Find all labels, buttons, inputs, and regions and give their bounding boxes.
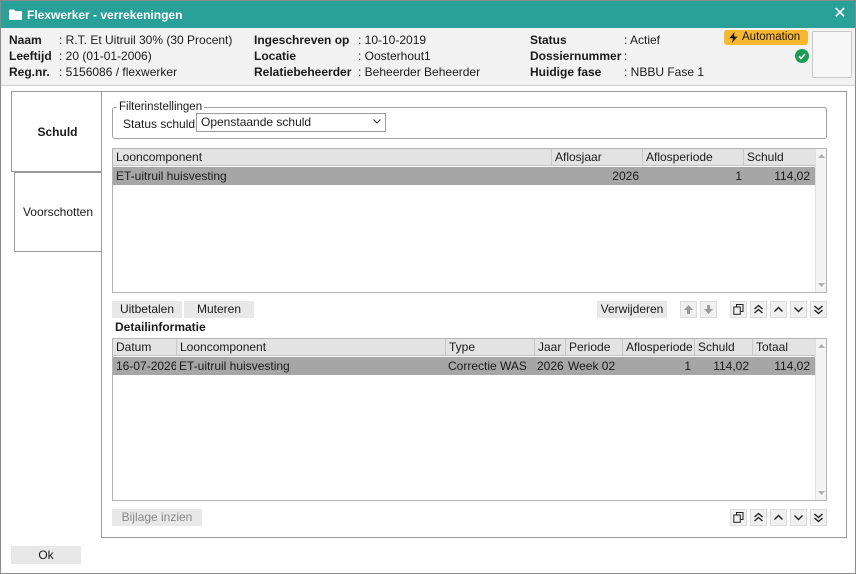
verwijderen-button[interactable]: Verwijderen — [597, 301, 667, 318]
col-periode[interactable]: Periode — [565, 339, 622, 356]
chevron-down-icon — [373, 119, 381, 124]
chevron-down-icon[interactable] — [790, 509, 807, 526]
scroll-down-icon[interactable] — [818, 490, 825, 496]
copy-icon[interactable] — [730, 509, 747, 526]
detail-grid-scrollbar[interactable] — [815, 339, 826, 500]
tab-schuld-label: Schuld — [37, 124, 78, 139]
title-bar: Flexwerker - verrekeningen ✕ — [1, 1, 855, 28]
double-chevron-up-icon[interactable] — [750, 301, 767, 318]
cell-jaar: 2026 — [537, 359, 564, 373]
status-label: Status — [530, 33, 567, 47]
col-aflosperiode[interactable]: Aflosperiode — [642, 149, 743, 166]
window-title: Flexwerker - verrekeningen — [27, 7, 183, 22]
fase-label: Huidige fase — [530, 65, 602, 79]
filter-legend: Filterinstellingen — [119, 101, 203, 113]
relatie-label: Relatiebeheerder — [254, 65, 352, 79]
schuld-grid-header: Looncomponent Aflosjaar Aflosperiode Sch… — [113, 149, 815, 166]
locatie-value: : Oosterhout1 — [358, 49, 431, 63]
relatie-value: : Beheerder Beheerder — [358, 65, 481, 79]
detail-grid[interactable]: Datum Looncomponent Type Jaar Periode Af… — [112, 338, 827, 501]
chevron-down-icon[interactable] — [790, 301, 807, 318]
col-looncomponent[interactable]: Looncomponent — [176, 339, 445, 356]
employee-header: Naam : R.T. Et Uitruil 30% (30 Procent) L… — [1, 28, 855, 86]
ok-button[interactable]: Ok — [11, 546, 81, 564]
tab-schuld[interactable]: Schuld — [11, 91, 103, 172]
tab-voorschotten[interactable]: Voorschotten — [14, 172, 102, 252]
cell-looncomponent: ET-uitruil huisvesting — [116, 169, 227, 183]
automation-label: Automation — [742, 31, 801, 43]
lightning-icon — [729, 32, 738, 43]
uitbetalen-button[interactable]: Uitbetalen — [112, 301, 182, 318]
naam-value: : R.T. Et Uitruil 30% (30 Procent) — [59, 33, 233, 47]
status-schuld-select[interactable]: Openstaande schuld — [196, 113, 386, 132]
cell-looncomponent: ET-uitruil huisvesting — [179, 359, 290, 373]
status-schuld-value: Openstaande schuld — [201, 115, 312, 129]
header-col-1: Naam : R.T. Et Uitruil 30% (30 Procent) L… — [9, 32, 249, 80]
scroll-down-icon[interactable] — [818, 282, 825, 288]
cell-datum: 16-07-2026 — [116, 359, 176, 373]
schuld-grid-scrollbar[interactable] — [815, 149, 826, 292]
scroll-up-icon[interactable] — [818, 343, 825, 349]
bijlage-inzien-button[interactable]: Bijlage inzien — [112, 509, 202, 526]
detail-title: Detailinformatie — [115, 320, 206, 334]
regnr-value: : 5156086 / flexwerker — [59, 65, 178, 79]
chevron-up-icon[interactable] — [770, 301, 787, 318]
ingeschreven-label: Ingeschreven op — [254, 33, 350, 47]
scroll-up-icon[interactable] — [818, 153, 825, 159]
locatie-label: Locatie — [254, 49, 297, 63]
col-totaal[interactable]: Totaal — [752, 339, 815, 356]
cell-aflosperiode: 1 — [684, 359, 691, 373]
dialog-window: Flexwerker - verrekeningen ✕ Naam : R.T. … — [0, 0, 856, 574]
tab-voorschotten-label: Voorschotten — [22, 205, 94, 219]
col-aflosperiode[interactable]: Aflosperiode — [622, 339, 694, 356]
dossier-value: : — [624, 49, 628, 63]
col-jaar[interactable]: Jaar — [534, 339, 565, 356]
header-col-2: Ingeschreven op : 10-10-2019 Locatie : Oos… — [254, 32, 524, 80]
check-circle-icon — [795, 49, 809, 63]
naam-label: Naam — [9, 33, 42, 47]
col-schuld[interactable]: Schuld — [743, 149, 815, 166]
schuld-grid[interactable]: Looncomponent Aflosjaar Aflosperiode Sch… — [112, 148, 827, 293]
dossier-label: Dossiernummer — [530, 49, 622, 63]
leeftijd-value: : 20 (01-01-2006) — [59, 49, 152, 63]
cell-aflosperiode: 1 — [735, 169, 742, 183]
table-row[interactable]: 16-07-2026 ET-uitruil huisvesting Correc… — [113, 357, 815, 375]
col-schuld[interactable]: Schuld — [694, 339, 752, 356]
employee-photo[interactable] — [812, 31, 852, 78]
header-col-3: Status : Actief Dossiernummer: Huidige fa… — [530, 32, 720, 80]
close-icon[interactable]: ✕ — [831, 5, 849, 23]
col-aflosjaar[interactable]: Aflosjaar — [551, 149, 642, 166]
double-chevron-down-icon[interactable] — [810, 301, 827, 318]
status-value: : Actief — [624, 33, 661, 47]
chevron-up-icon[interactable] — [770, 509, 787, 526]
double-chevron-up-icon[interactable] — [750, 509, 767, 526]
double-chevron-down-icon[interactable] — [810, 509, 827, 526]
arrow-up-icon[interactable] — [680, 301, 697, 318]
fase-value: : NBBU Fase 1 — [624, 65, 705, 79]
cell-aflosjaar: 2026 — [612, 169, 639, 183]
leeftijd-label: Leeftijd — [9, 49, 52, 63]
table-row[interactable]: ET-uitruil huisvesting 2026 1 114,02 — [113, 167, 815, 185]
detail-grid-header: Datum Looncomponent Type Jaar Periode Af… — [113, 339, 815, 356]
regnr-label: Reg.nr. — [9, 65, 50, 79]
ingeschreven-value: : 10-10-2019 — [358, 33, 427, 47]
muteren-button[interactable]: Muteren — [184, 301, 254, 318]
arrow-down-icon[interactable] — [700, 301, 717, 318]
folder-icon — [9, 9, 22, 20]
copy-icon[interactable] — [730, 301, 747, 318]
cell-totaal: 114,02 — [774, 359, 810, 373]
cell-schuld: 114,02 — [774, 169, 810, 183]
status-schuld-label: Status schuld — [123, 117, 196, 131]
cell-schuld: 114,02 — [713, 359, 749, 373]
col-looncomponent[interactable]: Looncomponent — [113, 149, 551, 166]
automation-badge[interactable]: Automation — [724, 30, 808, 45]
cell-periode: Week 02 — [568, 359, 616, 373]
cell-type: Correctie WAS — [448, 359, 527, 373]
col-datum[interactable]: Datum — [113, 339, 176, 356]
col-type[interactable]: Type — [445, 339, 534, 356]
